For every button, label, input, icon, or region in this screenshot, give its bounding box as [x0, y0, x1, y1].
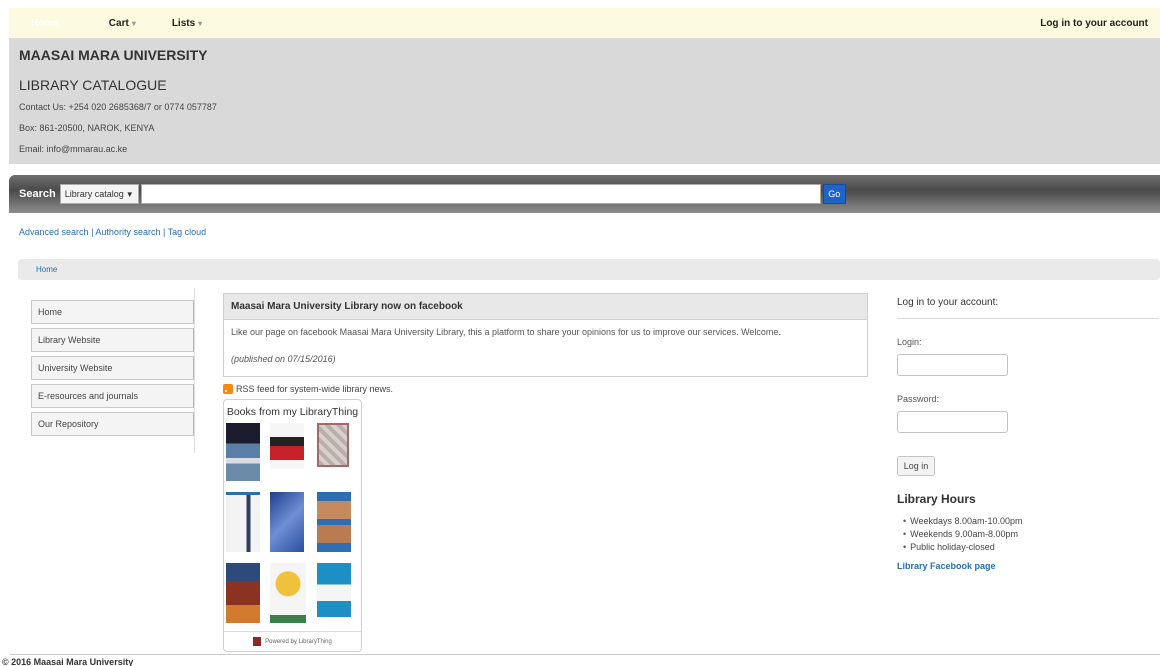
nav-item-e-resources[interactable]: E-resources and journals [31, 384, 195, 408]
separator: | [91, 227, 94, 237]
search-bar: Search Library catalog ▼ Go [9, 175, 1160, 213]
librarything-footer[interactable]: Powered by LibraryThing [224, 631, 361, 651]
rss-icon [223, 384, 233, 394]
contact-phone: Contact Us: +254 020 2685368/7 or 0774 0… [19, 102, 217, 112]
authority-search-link[interactable]: Authority search [95, 227, 160, 237]
library-hours-title: Library Hours [897, 492, 976, 506]
cart-label: Cart [108, 17, 129, 29]
book-cover[interactable] [270, 492, 304, 552]
divider [194, 288, 195, 453]
book-covers [224, 422, 361, 627]
go-button[interactable]: Go [822, 184, 846, 204]
divider [9, 654, 1160, 655]
search-input[interactable] [140, 184, 821, 204]
password-field[interactable] [897, 411, 1008, 433]
news-item: Maasai Mara University Library now on fa… [223, 293, 868, 377]
list-item: Public holiday-closed [903, 541, 1159, 554]
footer-copyright: © 2016 Maasai Mara University [2, 657, 134, 666]
contact-email: Email: info@mmarau.ac.ke [19, 144, 128, 154]
rss-label: RSS feed for system-wide library news. [236, 384, 394, 394]
news-date: (published on 07/15/2016) [231, 354, 336, 364]
lists-menu[interactable]: Lists ▾ [172, 18, 202, 29]
search-scope-value: Library catalog [64, 189, 124, 199]
book-cover[interactable] [226, 492, 260, 552]
contact-box: Box: 861-20500, NAROK, KENYA [19, 123, 155, 133]
facebook-page-link[interactable]: Library Facebook page [897, 561, 1159, 571]
librarything-logo-icon [253, 637, 262, 646]
nav-item-home[interactable]: Home [31, 300, 195, 324]
cart-menu[interactable]: Cart ▾ [109, 18, 136, 29]
caret-down-icon: ▾ [198, 18, 203, 28]
librarything-widget: Books from my LibraryThing Powered by Li… [223, 399, 362, 652]
news-title: Maasai Mara University Library now on fa… [224, 294, 867, 320]
book-cover[interactable] [317, 563, 351, 617]
search-scope-select[interactable]: Library catalog ▼ [59, 184, 139, 204]
caret-down-icon: ▾ [131, 18, 136, 28]
librarything-footer-label: Powered by LibraryThing [265, 638, 332, 645]
login-link[interactable]: Log in to your account [1040, 18, 1148, 29]
breadcrumb-home[interactable]: Home [36, 265, 57, 274]
separator: | [162, 227, 166, 237]
news-body: Like our page on facebook Maasai Mara Un… [231, 327, 781, 337]
university-name: MAASAI MARA UNIVERSITY [19, 47, 208, 63]
nav-item-repository[interactable]: Our Repository [31, 412, 195, 436]
librarything-title: Books from my LibraryThing [226, 406, 359, 418]
book-cover[interactable] [270, 423, 304, 469]
tag-cloud-link[interactable]: Tag cloud [168, 227, 207, 237]
search-links: Advanced search | Authority search | Tag… [19, 227, 206, 237]
left-navigation: Home Library Website University Website … [31, 288, 195, 453]
login-field[interactable] [897, 354, 1008, 376]
search-label: Search [19, 188, 56, 200]
login-button[interactable]: Log in [897, 456, 935, 476]
nav-item-university-website[interactable]: University Website [31, 356, 195, 380]
book-cover[interactable] [317, 492, 351, 552]
password-label: Password: [897, 394, 940, 404]
book-cover[interactable] [317, 423, 349, 467]
site-header: MAASAI MARA UNIVERSITY LIBRARY CATALOGUE… [9, 38, 1160, 164]
library-hours-list: Weekdays 8.00am-10.00pm Weekends 9.00am-… [903, 515, 1159, 554]
breadcrumb: Home [18, 259, 1160, 280]
book-cover[interactable] [226, 563, 260, 623]
lists-label: Lists [171, 17, 196, 29]
dropdown-arrow-icon: ▼ [125, 189, 134, 199]
rss-feed-link[interactable]: RSS feed for system-wide library news. [223, 384, 393, 394]
nav-item-library-website[interactable]: Library Website [31, 328, 195, 352]
top-bar: Home Cart ▾ Lists ▾ Log in to your accou… [9, 8, 1160, 38]
book-cover[interactable] [226, 423, 260, 481]
login-panel: Log in to your account: Login: Password:… [897, 297, 1159, 571]
home-link[interactable]: Home [31, 18, 59, 29]
advanced-search-link[interactable]: Advanced search [19, 227, 89, 237]
login-panel-title: Log in to your account: [897, 297, 1159, 319]
list-item: Weekends 9.00am-8.00pm [903, 528, 1159, 541]
list-item: Weekdays 8.00am-10.00pm [903, 515, 1159, 528]
catalogue-title: LIBRARY CATALOGUE [19, 77, 167, 93]
book-cover[interactable] [270, 563, 306, 623]
login-label: Login: [897, 337, 922, 347]
